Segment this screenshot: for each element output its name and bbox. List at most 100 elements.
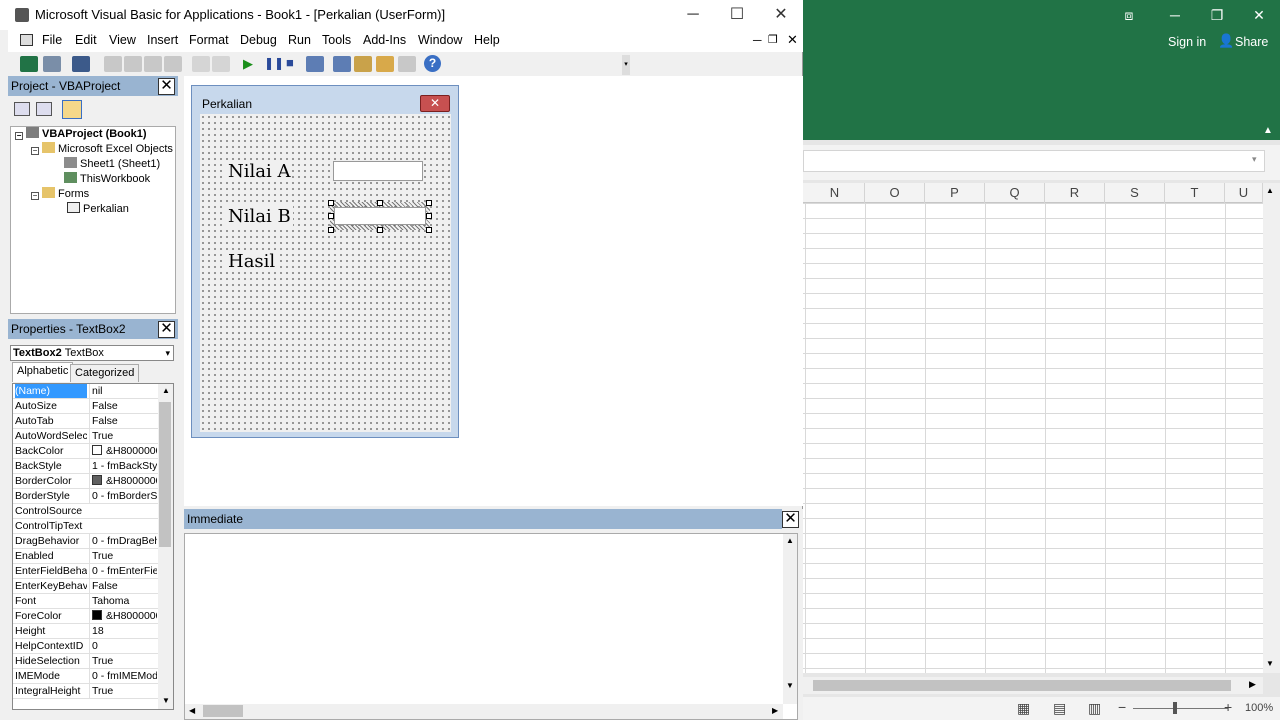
- scroll-up-icon[interactable]: ▲: [162, 386, 170, 395]
- properties-window-icon[interactable]: [354, 56, 372, 72]
- property-value[interactable]: &H8000000: [89, 474, 157, 488]
- tab-alphabetic[interactable]: Alphabetic: [12, 362, 74, 382]
- property-value[interactable]: True: [89, 684, 157, 698]
- child-close-icon[interactable]: ✕: [787, 32, 798, 48]
- property-row[interactable]: (Name) nil: [13, 384, 158, 399]
- label-hasil[interactable]: Hasil: [226, 251, 278, 272]
- property-row[interactable]: HelpContextID 0: [13, 639, 158, 654]
- chevron-down-icon[interactable]: ▾: [165, 346, 170, 360]
- property-row[interactable]: HideSelection True: [13, 654, 158, 669]
- property-row[interactable]: IMEMode 0 - fmIMEMode: [13, 669, 158, 684]
- horizontal-scrollbar[interactable]: ◀ ▶: [185, 704, 783, 719]
- scroll-up-icon[interactable]: ▲: [1266, 186, 1274, 195]
- resize-handle[interactable]: [426, 227, 432, 233]
- tree-item-sheet1[interactable]: Sheet1 (Sheet1): [64, 157, 160, 172]
- resize-handle[interactable]: [328, 227, 334, 233]
- cut-icon[interactable]: [104, 56, 122, 72]
- design-mode-icon[interactable]: [306, 56, 324, 72]
- tree-item-perkalian[interactable]: Perkalian: [67, 202, 129, 217]
- toolbar-options-icon[interactable]: ▾: [622, 55, 630, 75]
- toolbox-icon[interactable]: [398, 56, 416, 72]
- scroll-right-icon[interactable]: ▶: [772, 706, 778, 715]
- vba-app-icon[interactable]: [15, 8, 29, 22]
- property-row[interactable]: EnterFieldBehav 0 - fmEnterFiel: [13, 564, 158, 579]
- resize-handle[interactable]: [426, 200, 432, 206]
- collapse-icon[interactable]: −: [31, 147, 39, 155]
- object-browser-icon[interactable]: [376, 56, 394, 72]
- scroll-up-icon[interactable]: ▲: [786, 536, 794, 545]
- resize-handle[interactable]: [328, 213, 334, 219]
- close-icon[interactable]: ✕: [158, 321, 175, 338]
- collapse-icon[interactable]: −: [31, 192, 39, 200]
- horizontal-scrollbar[interactable]: ▶: [803, 677, 1263, 694]
- sign-in-link[interactable]: Sign in: [1168, 35, 1206, 49]
- property-value[interactable]: &H8000000: [89, 444, 157, 458]
- scroll-thumb[interactable]: [203, 705, 243, 717]
- toggle-folders-icon[interactable]: [62, 100, 82, 119]
- property-value[interactable]: nil: [89, 384, 157, 398]
- column-header[interactable]: S: [1105, 183, 1165, 203]
- expand-formula-icon[interactable]: ▾: [1252, 154, 1257, 165]
- zoom-level[interactable]: 100%: [1245, 702, 1273, 714]
- property-value[interactable]: 0 - fmEnterFiel: [89, 564, 157, 578]
- property-value[interactable]: True: [89, 429, 157, 443]
- property-value[interactable]: True: [89, 549, 157, 563]
- column-header[interactable]: U: [1225, 183, 1263, 203]
- close-icon[interactable]: ✕: [1236, 0, 1280, 30]
- ribbon-display-icon[interactable]: ⧈: [1106, 0, 1152, 30]
- userform-close-icon[interactable]: ✕: [420, 95, 450, 112]
- maximize-icon[interactable]: ☐: [715, 0, 759, 30]
- close-icon[interactable]: ✕: [759, 0, 803, 30]
- tab-categorized[interactable]: Categorized: [70, 364, 140, 382]
- property-value[interactable]: 18: [89, 624, 157, 638]
- column-header[interactable]: N: [805, 183, 865, 203]
- close-icon[interactable]: ✕: [782, 511, 799, 528]
- tree-item-forms[interactable]: − Forms: [31, 187, 89, 202]
- vertical-scrollbar[interactable]: ▲ ▼: [783, 534, 797, 704]
- resize-handle[interactable]: [377, 200, 383, 206]
- menu-edit[interactable]: Edit: [75, 33, 97, 47]
- zoom-slider[interactable]: [1133, 708, 1228, 709]
- menu-help[interactable]: Help: [474, 33, 500, 47]
- formula-bar[interactable]: ▾: [803, 150, 1265, 172]
- property-value[interactable]: 0: [89, 639, 157, 653]
- property-grid[interactable]: (Name) nil AutoSize False AutoTab False AutoWo…: [12, 383, 174, 710]
- tree-item-excel-objects[interactable]: − Microsoft Excel Objects: [31, 142, 173, 157]
- property-row[interactable]: BorderColor &H8000000: [13, 474, 158, 489]
- property-value[interactable]: True: [89, 654, 157, 668]
- menu-add-ins[interactable]: Add-Ins: [363, 33, 406, 47]
- child-minimize-icon[interactable]: ─: [753, 33, 762, 47]
- property-value[interactable]: False: [89, 399, 157, 413]
- save-icon[interactable]: [72, 56, 90, 72]
- property-row[interactable]: EnterKeyBehavi False: [13, 579, 158, 594]
- project-explorer-icon[interactable]: [333, 56, 351, 72]
- run-icon[interactable]: ▶: [243, 56, 253, 72]
- reset-icon[interactable]: ■: [286, 55, 294, 70]
- property-row[interactable]: Font Tahoma: [13, 594, 158, 609]
- undo-icon[interactable]: [192, 56, 210, 72]
- worksheet-grid[interactable]: [803, 203, 1263, 673]
- label-nilai-b[interactable]: Nilai B: [226, 206, 293, 227]
- property-value[interactable]: False: [89, 414, 157, 428]
- property-value[interactable]: &H8000000: [89, 609, 157, 623]
- label-nilai-a[interactable]: Nilai A: [226, 161, 293, 182]
- property-scrollbar[interactable]: ▲ ▼: [158, 384, 173, 709]
- vertical-scrollbar[interactable]: ▲ ▼: [1263, 183, 1280, 673]
- property-value[interactable]: 0 - fmIMEMode: [89, 669, 157, 683]
- property-row[interactable]: ForeColor &H8000000: [13, 609, 158, 624]
- zoom-out-icon[interactable]: −: [1118, 699, 1126, 715]
- column-header[interactable]: P: [925, 183, 985, 203]
- find-icon[interactable]: [164, 56, 182, 72]
- property-value[interactable]: 1 - fmBackStyle: [89, 459, 157, 473]
- zoom-in-icon[interactable]: +: [1224, 699, 1232, 715]
- menu-format[interactable]: Format: [189, 33, 229, 47]
- property-row[interactable]: BackColor &H8000000: [13, 444, 158, 459]
- child-restore-icon[interactable]: ❐: [768, 33, 778, 46]
- property-row[interactable]: AutoSize False: [13, 399, 158, 414]
- break-icon[interactable]: ❚❚: [264, 56, 284, 70]
- minimize-icon[interactable]: ─: [1152, 0, 1198, 30]
- scroll-down-icon[interactable]: ▼: [786, 681, 794, 690]
- view-object-icon[interactable]: [36, 102, 52, 116]
- page-layout-icon[interactable]: ▤: [1053, 700, 1066, 717]
- share-icon[interactable]: 👤: [1218, 33, 1234, 49]
